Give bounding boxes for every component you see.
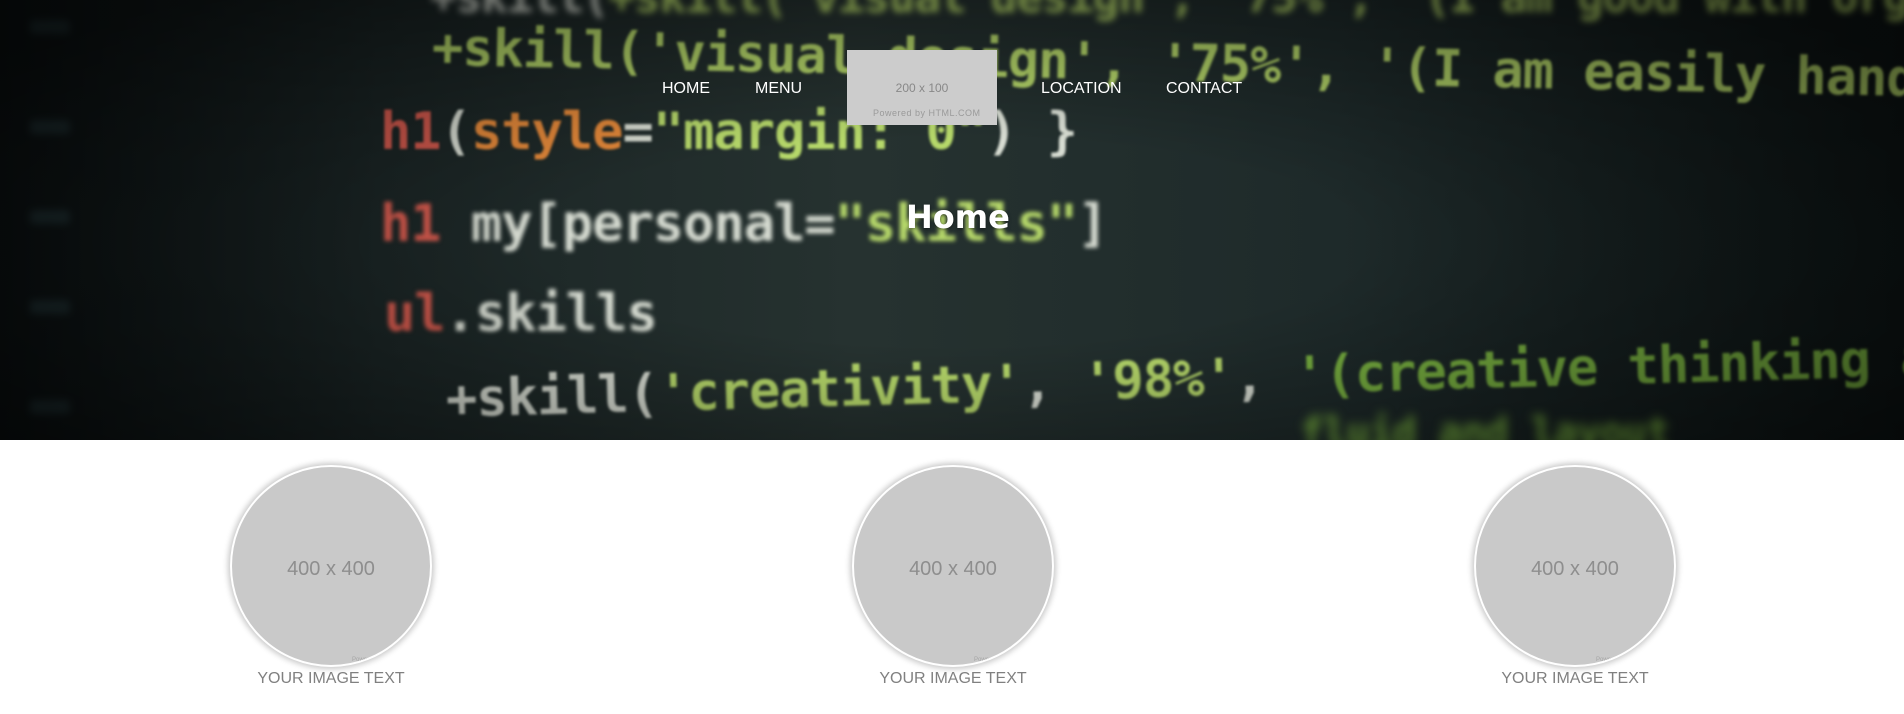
nav-location-link[interactable]: LOCATION <box>1041 80 1122 98</box>
page-title: Home <box>906 198 1010 236</box>
feature-image-dimensions: 400 x 400 <box>287 558 375 580</box>
feature-image-credit: Powe... <box>974 657 995 663</box>
feature-image-credit: Powe... <box>352 657 373 663</box>
feature-caption: YOUR IMAGE TEXT <box>257 670 405 687</box>
logo-placeholder[interactable]: 200 x 100 Powered by HTML.COM <box>847 50 997 125</box>
hero-code-line: +skill(+skill('visual design', '75%', '(… <box>430 0 1904 23</box>
hero-code-line: fluid and layout <box>1300 410 1670 440</box>
hero-code-line: +skill('creativity', '98%', '(creative t… <box>445 310 1904 430</box>
feature-image-dimensions: 400 x 400 <box>909 558 997 580</box>
hero-code-line: ul.skills <box>384 284 658 344</box>
nav-menu-link[interactable]: MENU <box>755 80 802 98</box>
feature-image-credit: Powe... <box>1596 657 1617 663</box>
feature-image: 400 x 400 Powe... <box>1474 465 1676 667</box>
feature-caption: YOUR IMAGE TEXT <box>879 670 1027 687</box>
logo-dimensions-text: 200 x 100 <box>895 81 949 95</box>
feature-image-dimensions: 400 x 400 <box>1531 558 1619 580</box>
logo-powered-by-text: Powered by HTML.COM <box>873 108 981 118</box>
feature-image: 400 x 400 Powe... <box>230 465 432 667</box>
hero-section: +skill(+skill('visual design', '75%', '(… <box>0 0 1904 440</box>
feature-image: 400 x 400 Powe... <box>852 465 1054 667</box>
feature-caption: YOUR IMAGE TEXT <box>1501 670 1649 687</box>
nav-home-link[interactable]: HOME <box>662 80 710 98</box>
nav-contact-link[interactable]: CONTACT <box>1166 80 1242 98</box>
